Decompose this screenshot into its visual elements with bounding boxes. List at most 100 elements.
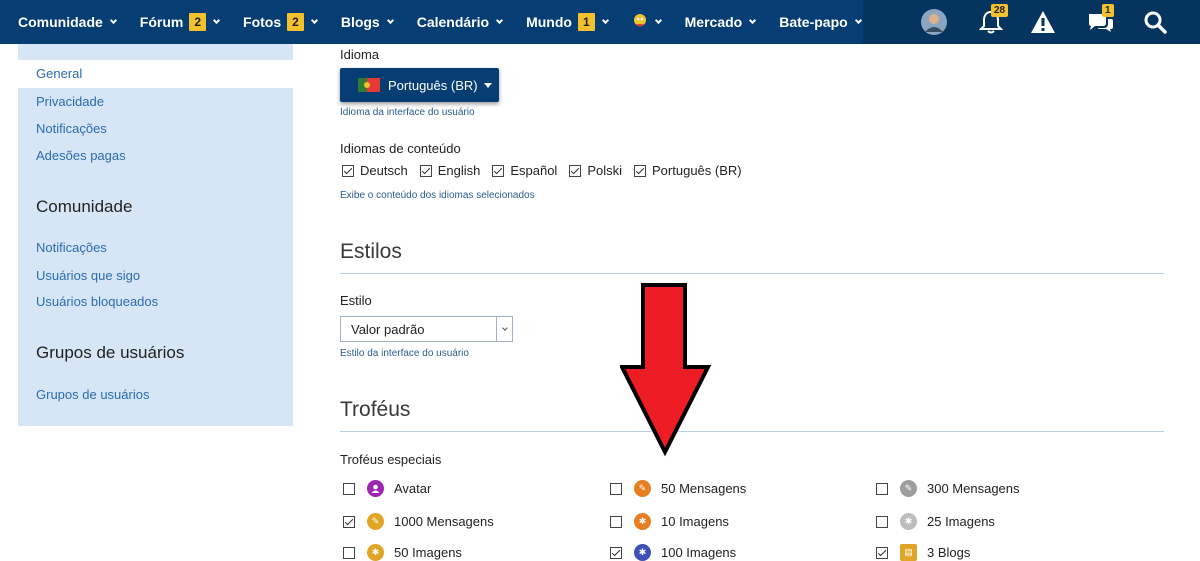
trophy-25-imagens[interactable]: ✱ 25 Imagens bbox=[876, 513, 995, 530]
nav-comunidade[interactable]: Comunidade bbox=[18, 14, 117, 30]
checkbox[interactable] bbox=[492, 164, 505, 177]
style-label: Estilo bbox=[340, 293, 372, 308]
nav-fotos-badge: 2 bbox=[287, 13, 304, 31]
trophy-label: 25 Imagens bbox=[927, 514, 995, 529]
nav-comunidade-label: Comunidade bbox=[18, 14, 103, 30]
nav-fotos-label: Fotos bbox=[243, 14, 282, 30]
chevron-down-icon bbox=[386, 16, 394, 24]
nav-forum[interactable]: Fórum 2 bbox=[139, 13, 221, 31]
sidebar-item-usuarios-que-sigo[interactable]: Usuários que sigo bbox=[36, 268, 140, 283]
nav-mundo-badge: 1 bbox=[577, 13, 595, 31]
checkbox[interactable] bbox=[343, 482, 355, 495]
sidebar-item-general[interactable]: General bbox=[36, 66, 82, 81]
notifications-button[interactable]: 28 bbox=[973, 0, 1009, 44]
camera-grey-icon: ✱ bbox=[900, 513, 917, 530]
language-selector-button[interactable]: Português (BR) bbox=[340, 68, 499, 102]
trophies-heading: Troféus bbox=[340, 398, 411, 421]
nav-mundo[interactable]: Mundo 1 bbox=[526, 13, 609, 31]
trophy-label: 300 Mensagens bbox=[927, 481, 1020, 496]
content-languages-list: Deutsch English Español Polski Português… bbox=[342, 163, 754, 178]
trophy-avatar[interactable]: Avatar bbox=[343, 480, 431, 497]
sidebar-item-privacidade[interactable]: Privacidade bbox=[36, 94, 104, 109]
trophy-1000-mensagens[interactable]: ✎ 1000 Mensagens bbox=[343, 513, 494, 530]
content-lang-label: Português (BR) bbox=[652, 163, 742, 178]
content-languages-hint: Exibe o conteúdo dos idiomas selecionado… bbox=[340, 190, 535, 201]
trophy-10-imagens[interactable]: ✱ 10 Imagens bbox=[610, 513, 729, 530]
red-down-arrow-annotation bbox=[618, 282, 712, 462]
nav-bate-papo-label: Bate-papo bbox=[779, 14, 848, 30]
nav-forum-badge: 2 bbox=[189, 13, 207, 31]
idioma-hint: Idioma da interface do usuário bbox=[340, 107, 475, 118]
top-navigation-bar: Comunidade Fórum 2 Fotos 2 Blogs Calendá… bbox=[0, 0, 1200, 44]
styles-heading: Estilos bbox=[340, 240, 402, 263]
trophy-50-mensagens[interactable]: ✎ 50 Mensagens bbox=[610, 480, 746, 497]
checkbox[interactable] bbox=[342, 164, 354, 177]
settings-sidebar: General Privacidade Notificações Adesões… bbox=[18, 44, 293, 426]
chevron-down-icon bbox=[212, 16, 221, 24]
nav-mercado[interactable]: Mercado bbox=[684, 14, 757, 30]
camera-orange-icon: ✱ bbox=[634, 513, 651, 530]
sidebar-item-notificacoes[interactable]: Notificações bbox=[36, 121, 107, 136]
checkbox[interactable] bbox=[876, 482, 888, 495]
nav-mercado-label: Mercado bbox=[684, 14, 743, 30]
chevron-down-icon bbox=[109, 16, 117, 24]
checkbox[interactable] bbox=[876, 515, 888, 528]
chevron-down-icon bbox=[496, 16, 504, 24]
trophy-label: 10 Imagens bbox=[661, 514, 729, 529]
style-select-value: Valor padrão bbox=[351, 321, 425, 337]
content-lang-english[interactable]: English bbox=[419, 163, 481, 178]
search-button[interactable] bbox=[1138, 0, 1172, 44]
chevron-down-icon bbox=[854, 16, 862, 24]
content-lang-deutsch[interactable]: Deutsch bbox=[342, 163, 408, 178]
alerts-button[interactable] bbox=[1027, 0, 1059, 44]
content-lang-polski[interactable]: Polski bbox=[569, 163, 622, 178]
language-button-label: Português (BR) bbox=[388, 77, 478, 93]
content-lang-espanol[interactable]: Español bbox=[492, 163, 557, 178]
caret-down-icon bbox=[483, 82, 492, 88]
nav-blogs[interactable]: Blogs bbox=[340, 14, 394, 30]
divider bbox=[340, 431, 1164, 432]
nav-blogs-label: Blogs bbox=[340, 14, 380, 30]
chevron-down-icon bbox=[496, 317, 512, 341]
conversations-button[interactable]: 1 bbox=[1081, 0, 1119, 44]
cheese-mascot-icon bbox=[632, 13, 648, 32]
nav-forum-label: Fórum bbox=[139, 14, 184, 30]
checkbox[interactable] bbox=[419, 164, 432, 177]
notifications-count: 28 bbox=[991, 4, 1009, 17]
checkbox[interactable] bbox=[569, 164, 582, 177]
checkbox[interactable] bbox=[343, 515, 355, 528]
main-menu: Comunidade Fórum 2 Fotos 2 Blogs Calendá… bbox=[0, 0, 885, 44]
checkbox[interactable] bbox=[634, 164, 647, 177]
idioma-label: Idioma bbox=[340, 47, 380, 62]
content-lang-label: Polski bbox=[587, 163, 623, 178]
content-lang-label: English bbox=[437, 163, 481, 178]
sidebar-item-notificacoes-comunidade[interactable]: Notificações bbox=[36, 240, 107, 255]
sidebar-item-usuarios-bloqueados[interactable]: Usuários bloqueados bbox=[36, 294, 158, 309]
sidebar-heading-grupos: Grupos de usuários bbox=[36, 343, 185, 362]
warning-icon bbox=[1030, 10, 1056, 34]
trophy-label: 50 Mensagens bbox=[661, 481, 747, 496]
divider bbox=[340, 273, 1164, 274]
content-lang-portugues[interactable]: Português (BR) bbox=[634, 163, 742, 178]
trophy-label: Avatar bbox=[394, 481, 432, 496]
checkbox[interactable] bbox=[610, 482, 622, 495]
conversations-count: 1 bbox=[1102, 4, 1114, 17]
nav-cheese[interactable] bbox=[632, 13, 662, 32]
nav-bate-papo[interactable]: Bate-papo bbox=[779, 14, 862, 30]
sidebar-item-adesoes-pagas[interactable]: Adesões pagas bbox=[36, 148, 126, 163]
sidebar-heading-comunidade: Comunidade bbox=[36, 197, 133, 216]
nav-calendario-label: Calendário bbox=[416, 14, 490, 30]
trophy-300-mensagens[interactable]: ✎ 300 Mensagens bbox=[876, 480, 1020, 497]
nav-fotos[interactable]: Fotos 2 bbox=[243, 13, 318, 31]
checkbox[interactable] bbox=[610, 515, 622, 528]
search-icon bbox=[1143, 10, 1167, 34]
style-select[interactable]: Valor padrão bbox=[340, 316, 513, 342]
content-lang-label: Deutsch bbox=[360, 163, 408, 178]
user-avatar-button[interactable] bbox=[918, 0, 950, 44]
trophy-label: 1000 Mensagens bbox=[394, 514, 494, 529]
sidebar-item-grupos-de-usuarios[interactable]: Grupos de usuários bbox=[36, 387, 149, 402]
trophy-grey-icon: ✎ bbox=[900, 480, 917, 497]
nav-calendario[interactable]: Calendário bbox=[416, 14, 504, 30]
content-lang-label: Español bbox=[510, 163, 558, 178]
chevron-down-icon bbox=[749, 16, 757, 24]
